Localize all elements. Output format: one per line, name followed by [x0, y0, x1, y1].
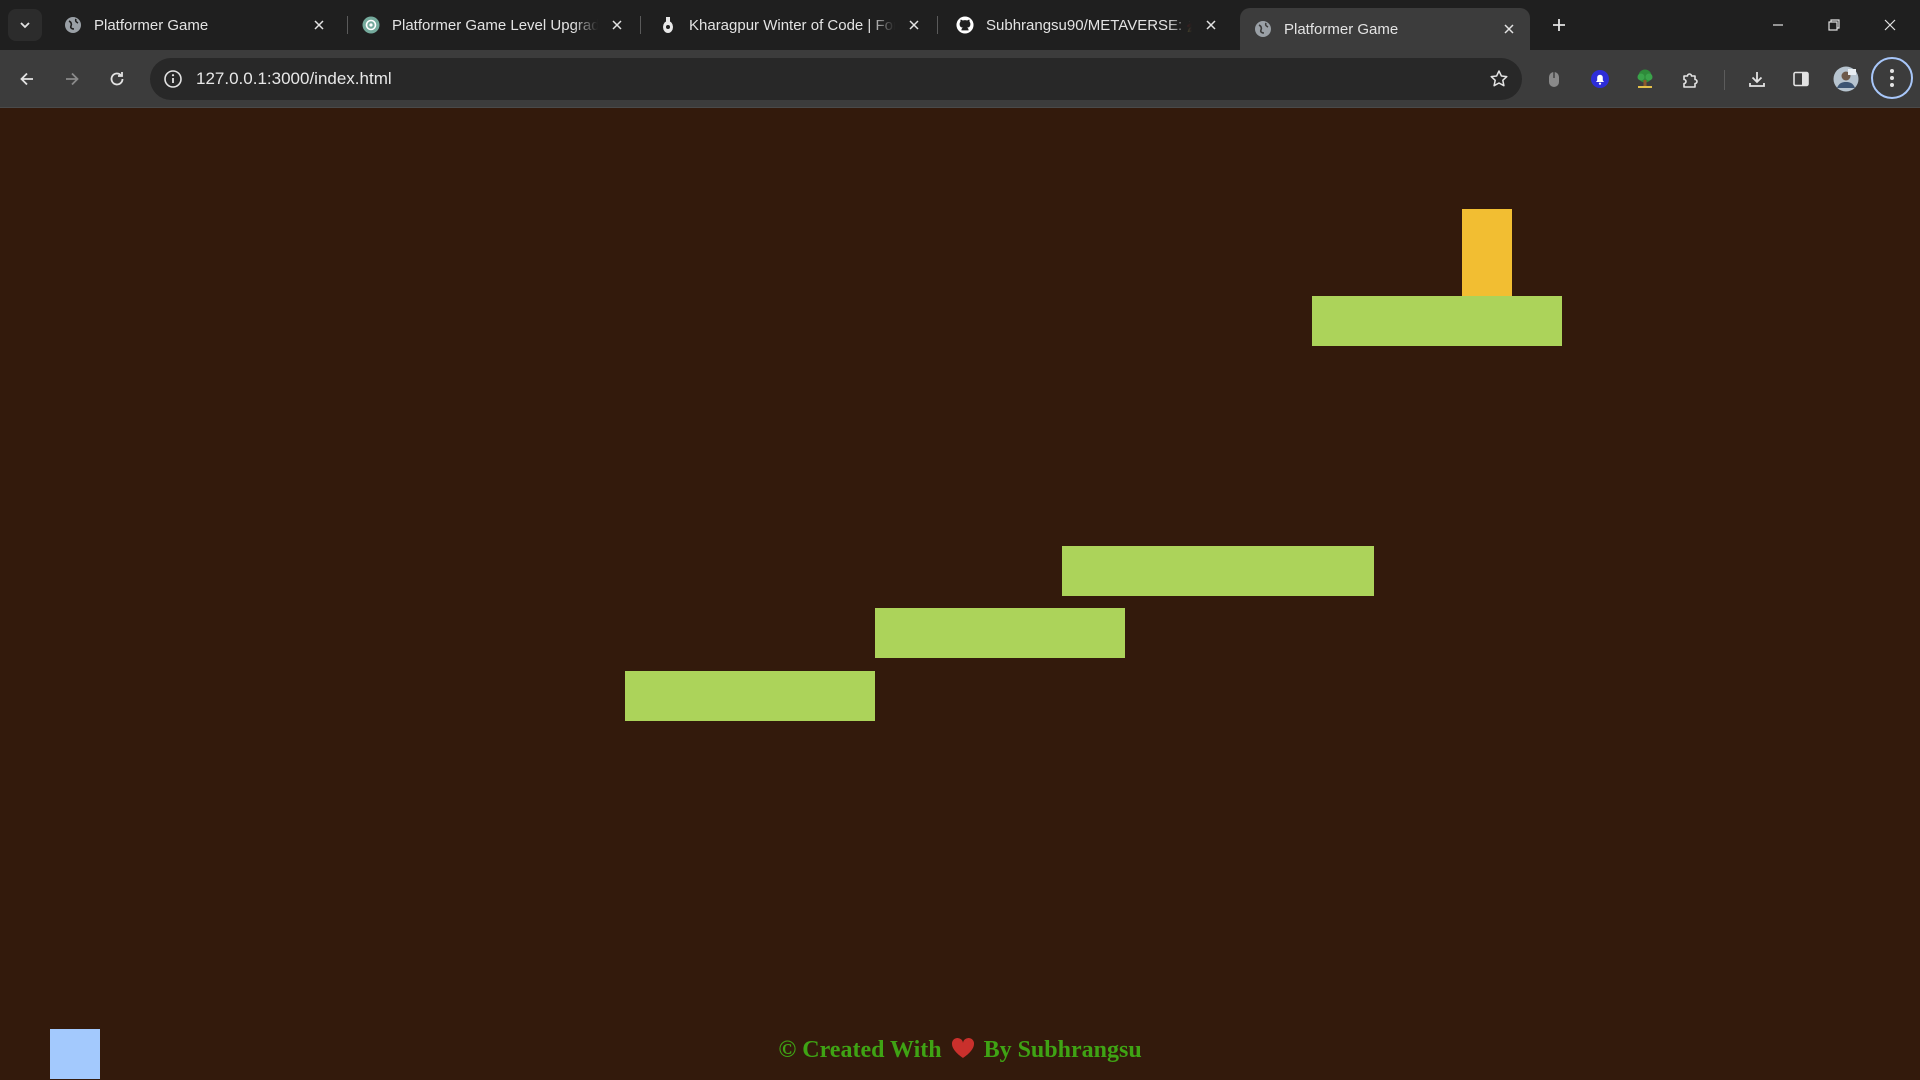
- close-icon[interactable]: [608, 16, 626, 34]
- tab-title: Platformer Game Level Upgrade: [392, 16, 598, 34]
- tab-title: Subhrangsu90/METAVERSE: 🚀: [986, 17, 1192, 34]
- footer-credit: © Created With By Subhrangsu: [0, 1036, 1920, 1070]
- close-icon[interactable]: [1202, 16, 1220, 34]
- browser-menu-button[interactable]: [1871, 57, 1913, 99]
- forward-button[interactable]: [55, 62, 89, 96]
- close-icon[interactable]: [905, 16, 923, 34]
- tab-title: Platformer Game: [1284, 20, 1399, 38]
- restore-icon: [1828, 19, 1840, 31]
- game-canvas[interactable]: [0, 108, 1920, 1080]
- platform-top: [1312, 296, 1562, 346]
- goal-block: [1462, 209, 1512, 296]
- tab-search-button[interactable]: [8, 9, 42, 41]
- tab-platformer-game-active[interactable]: Platformer Game: [1240, 8, 1530, 50]
- plus-icon: [1553, 19, 1565, 31]
- avatar[interactable]: [1831, 64, 1861, 94]
- back-button[interactable]: [10, 62, 44, 96]
- extension-mouse-icon[interactable]: [1539, 64, 1569, 94]
- close-icon: [1884, 19, 1896, 31]
- new-tab-button[interactable]: [1544, 10, 1574, 40]
- platform-high: [1062, 546, 1374, 596]
- footer-suffix: By Subhrangsu: [983, 1037, 1142, 1063]
- restore-button[interactable]: [1806, 0, 1862, 50]
- reload-icon: [110, 72, 124, 86]
- footer-prefix: © Created With: [778, 1037, 942, 1063]
- extension-tree-icon[interactable]: [1630, 64, 1660, 94]
- close-icon[interactable]: [310, 16, 328, 34]
- arrow-right-icon: [66, 72, 79, 86]
- chevron-down-icon: [20, 22, 30, 29]
- side-panel-icon[interactable]: [1786, 64, 1816, 94]
- tab-strip: Platformer Game Platformer Game Level Up…: [0, 0, 1920, 50]
- tab-title: Platformer Game: [94, 16, 209, 34]
- kwoc-icon: [659, 16, 677, 34]
- toolbar-separator: [1724, 70, 1725, 90]
- extensions-puzzle-icon[interactable]: [1676, 64, 1706, 94]
- close-icon[interactable]: [1500, 20, 1518, 38]
- close-window-button[interactable]: [1862, 0, 1918, 50]
- tab-platformer-game-1[interactable]: Platformer Game: [50, 8, 340, 42]
- tab-separator: [937, 16, 938, 34]
- openai-icon: [362, 16, 380, 34]
- reload-button[interactable]: [100, 62, 134, 96]
- extension-bell-icon[interactable]: [1585, 64, 1615, 94]
- more-vertical-icon: [1890, 69, 1894, 87]
- site-info-icon[interactable]: [162, 68, 184, 90]
- browser-toolbar: 127.0.0.1:3000/index.html: [0, 50, 1920, 108]
- globe-icon: [1254, 20, 1272, 38]
- tab-title: Kharagpur Winter of Code | For: [689, 16, 895, 34]
- tab-kwoc[interactable]: Kharagpur Winter of Code | For: [645, 8, 935, 42]
- tab-github-metaverse[interactable]: Subhrangsu90/METAVERSE: 🚀: [942, 8, 1232, 42]
- tab-platformer-level-upgrade[interactable]: Platformer Game Level Upgrade: [348, 8, 638, 42]
- heart-icon: [950, 1036, 976, 1067]
- minimize-button[interactable]: [1750, 0, 1806, 50]
- minimize-icon: [1773, 24, 1783, 26]
- github-icon: [956, 16, 974, 34]
- url-text[interactable]: 127.0.0.1:3000/index.html: [196, 69, 392, 89]
- address-bar[interactable]: 127.0.0.1:3000/index.html: [150, 58, 1522, 100]
- globe-icon: [64, 16, 82, 34]
- platform-low: [625, 671, 875, 721]
- download-icon[interactable]: [1742, 64, 1772, 94]
- star-icon[interactable]: [1488, 68, 1510, 90]
- tab-separator: [640, 16, 641, 34]
- platform-middle: [875, 608, 1125, 658]
- arrow-left-icon: [20, 72, 33, 86]
